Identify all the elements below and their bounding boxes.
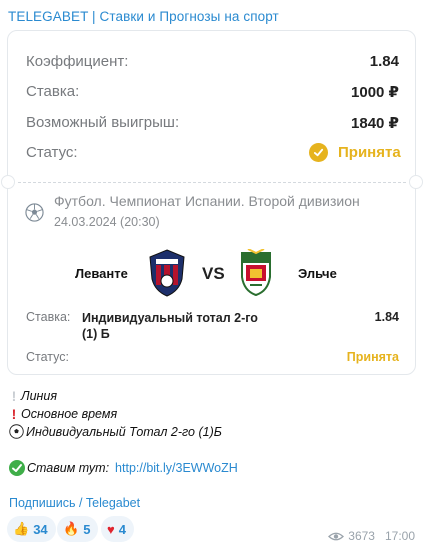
red-exclamation-icon: ! [11, 406, 17, 422]
channel-title[interactable]: TELEGABET | Ставки и Прогнозы на спорт [8, 9, 279, 24]
possible-win-label: Возможный выигрыш: [26, 114, 180, 131]
coefficient-label: Коэффициент: [26, 53, 129, 70]
message-line-1: ! Линия [9, 388, 57, 404]
thumbs-up-icon: 👍 [13, 521, 30, 536]
view-count: 3673 [348, 529, 375, 543]
match-status-label: Статус: [26, 350, 69, 364]
soccer-ball-icon [9, 424, 24, 439]
away-team-name: Эльче [298, 266, 337, 281]
ticket-notch-right [409, 175, 423, 189]
reaction-fire[interactable]: 🔥 5 [57, 516, 99, 542]
heart-icon: ♥ [107, 521, 115, 537]
reaction-thumbs-up[interactable]: 👍 34 [7, 516, 56, 542]
soccer-ball-icon [25, 203, 44, 222]
bet-link[interactable]: http://bit.ly/3EWWoZH [115, 461, 238, 475]
reaction-heart[interactable]: ♥ 4 [101, 516, 134, 542]
status-value: Принята [338, 144, 401, 161]
message-line-1-text: Линия [21, 389, 58, 403]
message-meta: 3673 17:00 [328, 529, 415, 543]
stake-label: Ставка: [26, 83, 80, 100]
check-icon [309, 143, 328, 162]
reaction-count: 34 [33, 521, 48, 537]
match-status-value: Принята [346, 350, 399, 364]
place-bet-label: Ставим тут: [27, 461, 110, 475]
message-time: 17:00 [384, 529, 415, 543]
fire-icon: 🔥 [63, 521, 80, 536]
message-line-3-text: Индивидуальный Тотал 2-го (1)Б [26, 424, 222, 439]
match-date: 24.03.2024 (20:30) [54, 215, 160, 229]
status-label: Статус: [26, 144, 78, 161]
ticket-divider [18, 182, 406, 183]
ticket-notch-left [1, 175, 15, 189]
levante-crest-icon [149, 249, 185, 297]
elche-crest-icon [241, 249, 271, 297]
reaction-count: 4 [118, 521, 126, 537]
subscribe-link[interactable]: Подпишись / Telegabet [9, 496, 140, 510]
green-check-icon [9, 460, 25, 476]
coefficient-value: 1.84 [369, 53, 399, 70]
sport-league-title: Футбол. Чемпионат Испании. Второй дивизи… [54, 193, 360, 209]
white-exclamation-icon: ! [11, 388, 17, 404]
bet-description: Индивидуальный тотал 2-го (1) Б [82, 311, 258, 341]
versus-label: VS [202, 264, 225, 283]
possible-win-value: 1840 ₽ [351, 115, 399, 132]
message-link-line: Ставим тут: http://bit.ly/3EWWoZH [9, 460, 238, 476]
home-team-name: Леванте [75, 266, 128, 281]
bet-label: Ставка: [26, 310, 71, 324]
message-line-3: Индивидуальный Тотал 2-го (1)Б [9, 424, 222, 439]
stake-value: 1000 ₽ [351, 84, 399, 101]
reaction-count: 5 [83, 521, 91, 537]
message-line-2: ! Основное время [9, 406, 117, 422]
message-line-2-text: Основное время [21, 407, 118, 421]
eye-icon [328, 532, 345, 540]
bet-odds: 1.84 [374, 310, 399, 324]
